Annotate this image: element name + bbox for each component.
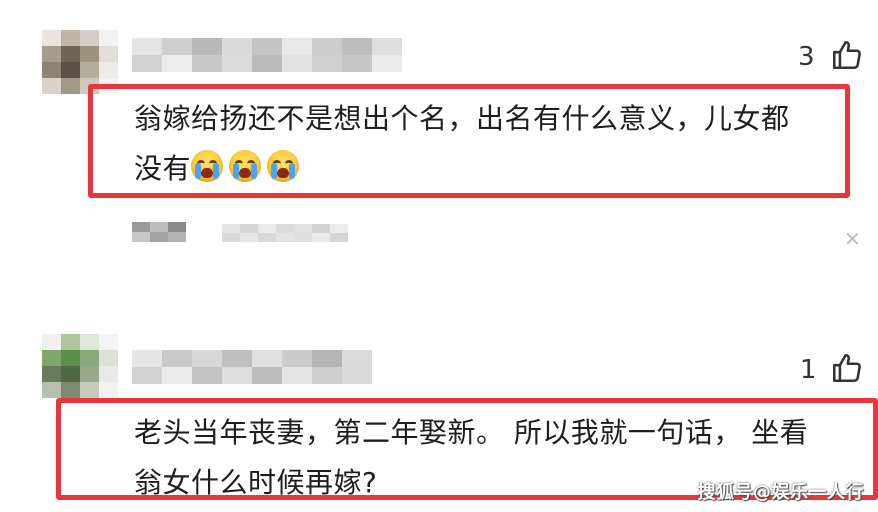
- avatar[interactable]: [42, 334, 118, 398]
- crying-face-emoji: [229, 150, 262, 182]
- thumbs-up-icon[interactable]: [830, 38, 864, 72]
- close-icon[interactable]: ✕: [844, 227, 861, 251]
- username[interactable]: [132, 38, 402, 72]
- thumbs-up-icon[interactable]: [830, 351, 864, 385]
- crying-face-emoji: [191, 150, 224, 182]
- like-count: 3: [798, 42, 815, 72]
- comment-meta: [132, 222, 186, 242]
- crying-face-emoji: [267, 150, 300, 182]
- like-count: 1: [800, 355, 817, 385]
- username[interactable]: [132, 350, 372, 384]
- comment-text-line: 老头当年丧妻，第二年娶新。 所以我就一句话， 坐看: [134, 416, 809, 449]
- comment-text: 翁嫁给扬还不是想出个名，出名有什么意义，儿女都 没有: [134, 94, 790, 194]
- watermark: 搜狐号@娱乐一人行: [697, 482, 864, 503]
- comment-text-line: 翁嫁给扬还不是想出个名，出名有什么意义，儿女都: [134, 102, 790, 135]
- comment-meta: [222, 224, 348, 242]
- comment-text-line: 没有: [134, 144, 790, 194]
